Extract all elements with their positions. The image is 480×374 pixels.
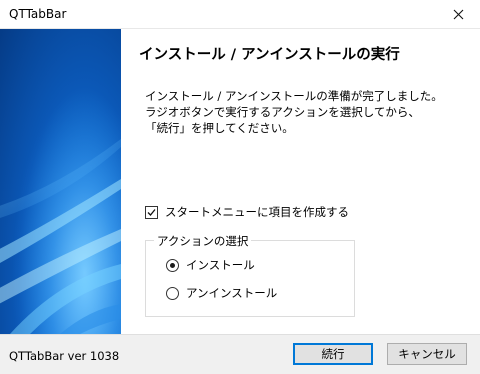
radio-install[interactable] <box>166 258 179 272</box>
radio-uninstall-label[interactable]: アンインストール <box>186 285 277 301</box>
action-groupbox: アクションの選択 インストール アンインストール <box>145 233 355 317</box>
cancel-button[interactable]: キャンセル <box>387 343 467 365</box>
title-bar: QTTabBar <box>0 0 480 29</box>
start-menu-checkbox-row[interactable]: スタートメニューに項目を作成する <box>145 204 349 220</box>
close-button[interactable] <box>436 0 480 28</box>
wizard-side-image <box>0 29 121 334</box>
checkmark-icon <box>147 208 156 216</box>
description-line: ラジオボタンで実行するアクションを選択してから、 <box>145 105 420 119</box>
close-icon <box>453 9 463 19</box>
description-line: インストール / アンインストールの準備が完了しました。 <box>145 89 443 103</box>
start-menu-checkbox[interactable] <box>145 205 158 219</box>
radio-uninstall[interactable] <box>166 286 179 300</box>
wizard-content: インストール / アンインストールの実行 インストール / アンインストールの準… <box>121 29 480 334</box>
window-title: QTTabBar <box>9 7 67 21</box>
start-menu-checkbox-label[interactable]: スタートメニューに項目を作成する <box>165 204 349 220</box>
radio-uninstall-row[interactable]: アンインストール <box>166 285 277 301</box>
radio-install-label[interactable]: インストール <box>186 257 255 273</box>
description: インストール / アンインストールの準備が完了しました。 ラジオボタンで実行する… <box>145 88 443 136</box>
windows-7-wallpaper-art <box>0 29 121 334</box>
continue-button[interactable]: 続行 <box>293 343 373 365</box>
action-group-title: アクションの選択 <box>154 233 252 249</box>
page-title: インストール / アンインストールの実行 <box>139 47 400 63</box>
radio-install-row[interactable]: インストール <box>166 257 255 273</box>
version-label: QTTabBar ver 1038 <box>9 349 120 363</box>
description-line: 「続行」を押してください。 <box>145 121 294 135</box>
footer-bar: QTTabBar ver 1038 続行 キャンセル <box>0 334 480 374</box>
